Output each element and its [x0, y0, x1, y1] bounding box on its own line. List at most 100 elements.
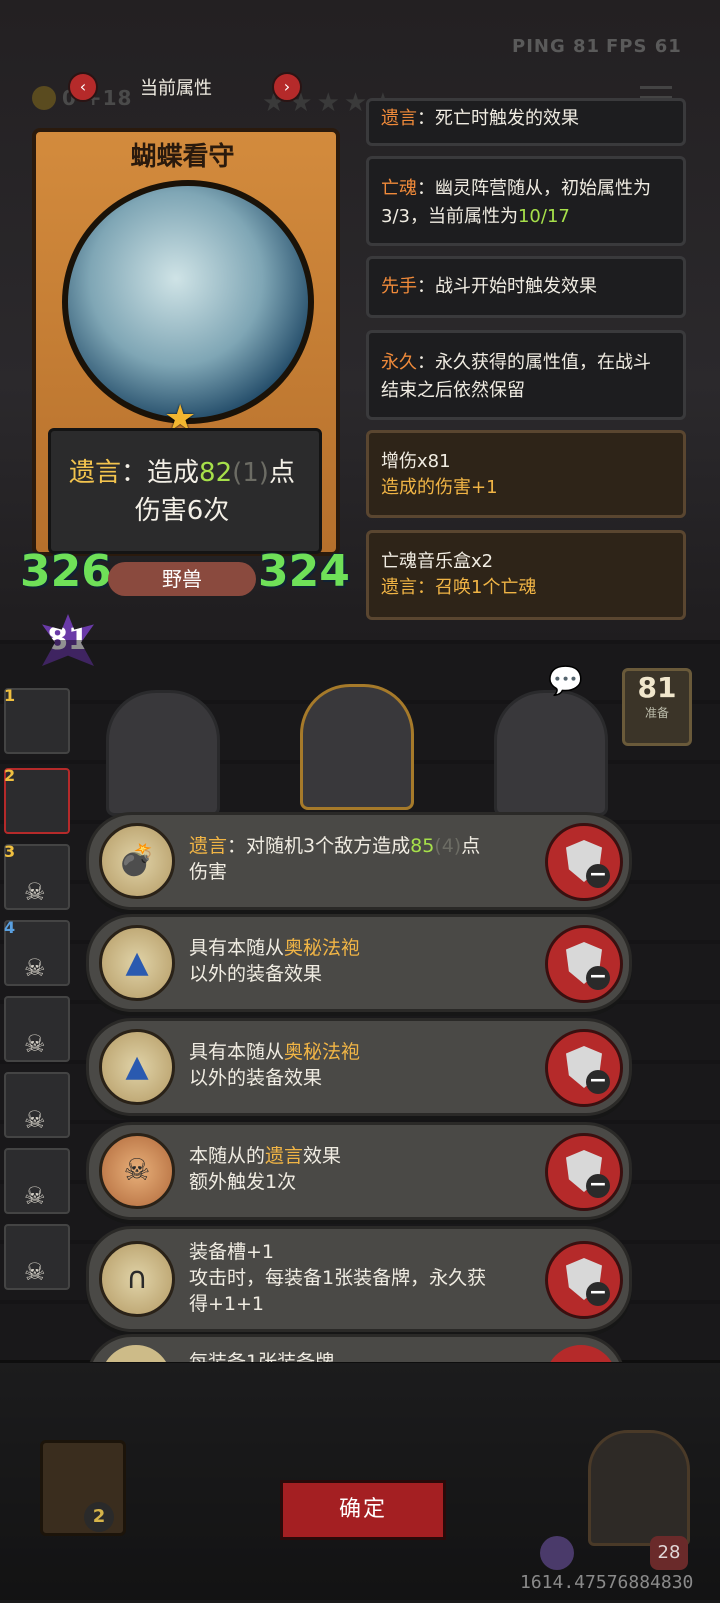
keyword-desc-line2: 3/3，当前属性为: [381, 206, 518, 227]
current-stats: 10/17: [517, 206, 570, 227]
effect-line2: 额外触发1次: [189, 1171, 297, 1193]
tribe-badge: 野兽: [108, 562, 256, 596]
fps-readout: FPS 61: [606, 36, 682, 57]
ping-readout: PING 81: [512, 36, 601, 57]
effect-text: 每装备1张装备牌: [189, 1351, 335, 1362]
effect-text-part: ：对随机3个敌方造成: [227, 835, 411, 857]
chevron-left-icon: ‹: [79, 77, 87, 96]
remove-effect-button[interactable]: −: [545, 1133, 623, 1211]
effect-text: 装备槽+1 攻击时，每装备1张装备牌，永久获 得+1+1: [189, 1239, 529, 1317]
buff-panel-damage: 增伤x81 造成的伤害+1: [366, 430, 686, 518]
roster-slot[interactable]: 4 ☠: [4, 918, 70, 986]
roster-slot[interactable]: ☠: [4, 996, 70, 1062]
keyword-panel-deathrattle: 遗言：死亡时触发的效果: [366, 98, 686, 146]
keyword-desc: ：永久获得的属性值，在战斗: [417, 352, 651, 373]
skull-coin-icon: ☠: [99, 1133, 175, 1209]
player-health: 28: [650, 1536, 688, 1570]
board-minion-selected[interactable]: [300, 684, 414, 810]
effect-line2: 攻击时，每装备1张装备牌，永久获: [189, 1267, 487, 1289]
effect-bonus: (4): [434, 835, 462, 857]
keyword-panel-permanent: 永久：永久获得的属性值，在战斗 结束之后依然保留: [366, 330, 686, 420]
shield-badge-icon: [540, 1536, 574, 1570]
ready-count: 81: [637, 671, 677, 704]
keyword-panel-soul: 亡魂：幽灵阵营随从，初始属性为 3/3，当前属性为10/17: [366, 156, 686, 246]
effect-text: 遗言：对随机3个敌方造成85(4)点 伤害: [189, 833, 529, 885]
chevron-right-icon: ›: [283, 77, 291, 96]
effect-row-clipped: 每装备1张装备牌: [86, 1334, 626, 1362]
roster-slot[interactable]: ☠: [4, 1072, 70, 1138]
skull-icon: ☠: [24, 1182, 46, 1210]
roster-slot[interactable]: 2: [4, 766, 70, 834]
effect-line2: 伤害: [189, 861, 228, 883]
damage-bonus: (1): [232, 458, 269, 488]
effect-text-part: 本随从的: [189, 1145, 266, 1167]
effect-text-part: 装备槽+1: [189, 1241, 275, 1263]
effect-text-part: 具有本随从: [189, 937, 285, 959]
roster-slot[interactable]: ☠: [4, 1224, 70, 1290]
item-arcane-robe: 奥秘法袍: [284, 937, 361, 959]
remove-effect-button[interactable]: −: [545, 1029, 623, 1107]
roster-slot[interactable]: 3 ☠: [4, 842, 70, 910]
slot-number: 2: [4, 766, 16, 785]
keyword-desc-line2: 结束之后依然保留: [381, 380, 525, 401]
keyword-deathrattle: 遗言: [69, 458, 122, 488]
confirm-button[interactable]: 确定: [280, 1480, 446, 1540]
skull-icon: ☠: [24, 1258, 46, 1286]
effect-text: 具有本随从奥秘法袍 以外的装备效果: [189, 935, 529, 987]
slot-number: 3: [4, 842, 16, 861]
ready-label: 准备: [644, 706, 669, 720]
buff-title: 亡魂音乐盒x2: [381, 551, 494, 572]
keyword-name: 亡魂: [381, 178, 417, 199]
butterfly-guardian-portrait: [62, 180, 314, 424]
effect-row: ▲ 具有本随从奥秘法袍 以外的装备效果 −: [86, 1018, 632, 1116]
skull-icon: ☠: [24, 1030, 46, 1058]
effect-text: 本随从的遗言效果 额外触发1次: [189, 1143, 529, 1195]
prev-page-button[interactable]: ‹: [68, 72, 98, 102]
slot-number: 1: [4, 686, 16, 705]
menu-icon[interactable]: [640, 86, 672, 89]
effect-line3: 得+1+1: [189, 1293, 265, 1315]
keyword-desc: ：战斗开始时触发效果: [417, 276, 597, 297]
buff-sub: 造成的伤害+1: [381, 477, 498, 498]
remove-effect-button[interactable]: −: [545, 925, 623, 1003]
keyword-deathrattle: 遗言: [265, 1145, 304, 1167]
minus-icon: −: [586, 966, 610, 990]
effect-row: ☠ 本随从的遗言效果 额外触发1次 −: [86, 1122, 632, 1220]
card-name: 蝴蝶看守: [130, 142, 235, 172]
keyword-name: 遗言: [381, 108, 417, 129]
effect-text-part: 具有本随从: [189, 1041, 285, 1063]
remove-effect-button[interactable]: [545, 1345, 617, 1362]
skull-icon: ☠: [24, 954, 46, 982]
skull-icon: ☠: [24, 1106, 46, 1134]
buff-panel-music-box: 亡魂音乐盒x2 遗言：召唤1个亡魂: [366, 530, 686, 620]
remove-effect-button[interactable]: −: [545, 823, 623, 901]
panel-title: 当前属性: [140, 78, 212, 99]
horseshoe-icon: ∩: [99, 1241, 175, 1317]
remove-effect-button[interactable]: −: [545, 1241, 623, 1319]
next-page-button[interactable]: ›: [272, 72, 302, 102]
board-minion[interactable]: [494, 690, 608, 816]
minus-icon: −: [586, 1070, 610, 1094]
chest-count: 2: [84, 1502, 114, 1532]
bomb-icon: 💣: [99, 823, 175, 899]
effect-row: ∩ 装备槽+1 攻击时，每装备1张装备牌，永久获 得+1+1 −: [86, 1226, 632, 1332]
buff-title: 增伤x81: [381, 451, 451, 472]
item-arcane-robe: 奥秘法袍: [284, 1041, 361, 1063]
board-minion[interactable]: [106, 690, 220, 816]
robe-icon: ▲: [99, 925, 175, 1001]
buff-sub: 遗言：召唤1个亡魂: [381, 577, 537, 598]
effect-row: 💣 遗言：对随机3个敌方造成85(4)点 伤害 −: [86, 812, 632, 910]
chat-icon[interactable]: 💬: [548, 664, 583, 697]
roster-slot[interactable]: 1: [4, 686, 70, 754]
roster-slot[interactable]: ☠: [4, 1148, 70, 1214]
ready-counter: 81 准备: [622, 668, 692, 746]
keyword-panel-first-strike: 先手：战斗开始时触发效果: [366, 256, 686, 318]
card-description-line1: 遗言：造成82(1)点: [48, 452, 316, 489]
effect-row: ▲ 具有本随从奥秘法袍 以外的装备效果 −: [86, 914, 632, 1012]
player-portrait[interactable]: [588, 1430, 690, 1546]
keyword-desc: ：死亡时触发的效果: [417, 108, 579, 129]
effect-damage: 85: [410, 835, 435, 857]
health-value: 324: [258, 546, 350, 597]
attack-value: 326: [20, 546, 112, 597]
desc-unit: 点: [268, 458, 295, 488]
